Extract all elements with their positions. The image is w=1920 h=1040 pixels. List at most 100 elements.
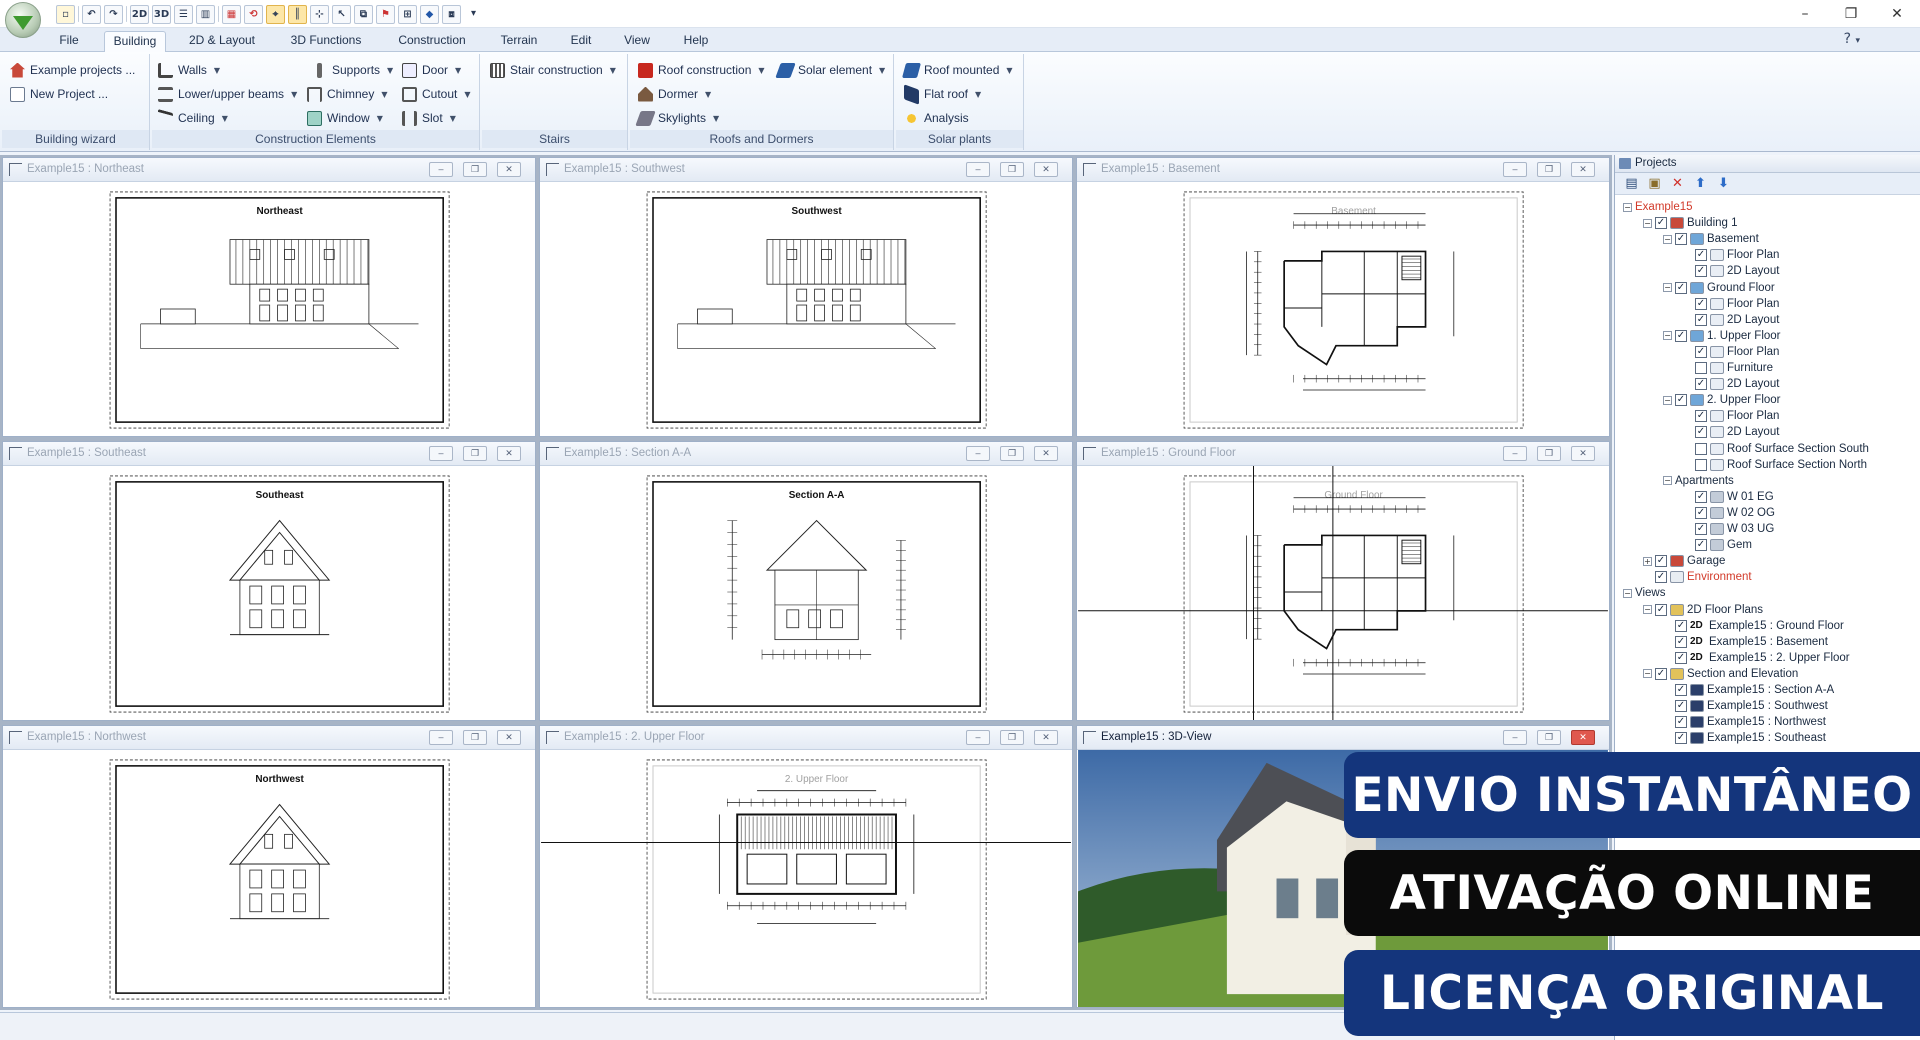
view-titlebar[interactable]: Example15 : Section A-A – ❐ ✕	[540, 442, 1072, 466]
tree-item[interactable]: Roof Surface Section North	[1683, 457, 1867, 473]
view-canvas[interactable]: Southwest	[540, 182, 1072, 436]
visibility-checkbox[interactable]: ✓	[1695, 378, 1707, 391]
snap-icon[interactable]: ⟲	[244, 4, 263, 24]
view-canvas[interactable]: Southeast	[3, 466, 535, 720]
view-minimize-button[interactable]: –	[429, 730, 453, 745]
collapse-toggle-icon[interactable]: −	[1663, 283, 1672, 292]
view-maximize-button[interactable]: ❐	[1537, 730, 1561, 745]
app-menu-button[interactable]	[5, 2, 41, 38]
new-file-icon[interactable]: ▫	[56, 4, 75, 24]
visibility-checkbox[interactable]: ✓	[1675, 281, 1687, 294]
tree-item[interactable]: − ✓ Building 1	[1643, 215, 1738, 231]
beams-button[interactable]: Lower/upper beams ▼	[158, 84, 297, 104]
view-minimize-button[interactable]: –	[1503, 162, 1527, 177]
tree-item[interactable]: ✓ 2D Example15 : Ground Floor	[1663, 618, 1844, 634]
tree-item[interactable]: − Views	[1623, 585, 1665, 601]
collapse-toggle-icon[interactable]: −	[1663, 331, 1672, 341]
tree-item[interactable]: ✓ Example15 : Section A-A	[1663, 682, 1834, 698]
tree-item[interactable]: ✓ Gem	[1683, 537, 1752, 553]
tree-item[interactable]: ✓ W 02 OG	[1683, 505, 1775, 521]
view-titlebar[interactable]: Example15 : 3D-View – ❐ ✕	[1077, 726, 1609, 750]
view-close-button[interactable]: ✕	[1034, 446, 1058, 461]
tree-item[interactable]: ✓ Environment	[1643, 569, 1752, 585]
visibility-checkbox[interactable]: ✓	[1695, 297, 1707, 310]
tab-building[interactable]: Building	[104, 31, 166, 52]
visibility-checkbox[interactable]: ✓	[1695, 249, 1707, 262]
tree-item[interactable]: + ✓ Garage	[1643, 553, 1725, 569]
view-titlebar[interactable]: Example15 : Northeast – ❐ ✕	[3, 158, 535, 182]
view-window-section-a-a[interactable]: Example15 : Section A-A – ❐ ✕ Section A-…	[539, 441, 1073, 721]
view-titlebar[interactable]: Example15 : Southeast – ❐ ✕	[3, 442, 535, 466]
tree-item[interactable]: − ✓ 2. Upper Floor	[1663, 392, 1781, 408]
view-3d-button[interactable]: 3D	[152, 4, 171, 24]
cutout-button[interactable]: Cutout ▼	[402, 84, 471, 104]
view-2d-button[interactable]: 2D	[130, 4, 149, 24]
select-cursor-icon[interactable]: ⌖	[266, 4, 285, 24]
view-titlebar[interactable]: Example15 : 2. Upper Floor – ❐ ✕	[540, 726, 1072, 750]
collapse-toggle-icon[interactable]: −	[1643, 669, 1652, 679]
grid-icon[interactable]: ▦	[222, 4, 241, 24]
visibility-checkbox[interactable]: ✓	[1695, 506, 1707, 519]
visibility-checkbox[interactable]: ✓	[1695, 523, 1707, 535]
tree-item[interactable]: − ✓ Ground Floor	[1663, 280, 1775, 296]
tree-item[interactable]: ✓ 2D Layout	[1683, 376, 1779, 392]
tree-item[interactable]: Furniture	[1683, 360, 1773, 376]
visibility-checkbox[interactable]: ✓	[1695, 426, 1707, 439]
tree-item[interactable]: − Example15	[1623, 199, 1693, 215]
view-window-southeast[interactable]: Example15 : Southeast – ❐ ✕ Southeast	[2, 441, 536, 721]
view-close-button[interactable]: ✕	[1571, 162, 1595, 177]
view-minimize-button[interactable]: –	[429, 162, 453, 177]
visibility-checkbox[interactable]: ✓	[1655, 667, 1667, 680]
visibility-checkbox[interactable]: ✓	[1655, 217, 1667, 230]
tab-view[interactable]: View	[622, 31, 652, 52]
help-icon[interactable]: ? ▾	[1844, 31, 1860, 47]
undo-icon[interactable]: ↶	[82, 4, 101, 24]
analysis-button[interactable]: Analysis	[904, 108, 969, 128]
tree-item[interactable]: ✓ Floor Plan	[1683, 408, 1779, 424]
roof-mounted-button[interactable]: Roof mounted ▼	[901, 60, 1013, 80]
delete-icon[interactable]: ✕	[1669, 176, 1686, 191]
view-canvas[interactable]: Northeast	[3, 182, 535, 436]
slot-button[interactable]: Slot ▼	[402, 108, 456, 128]
visibility-checkbox[interactable]: ✓	[1675, 684, 1687, 696]
view-minimize-button[interactable]: –	[966, 730, 990, 745]
view-maximize-button[interactable]: ❐	[1537, 446, 1561, 461]
view-canvas[interactable]: Ground Floor	[1077, 466, 1609, 720]
pointer-icon[interactable]: ↖	[332, 4, 351, 24]
skylights-button[interactable]: Skylights ▼	[635, 108, 719, 128]
solar-element-button[interactable]: Solar element ▼	[775, 60, 885, 80]
visibility-checkbox[interactable]: ✓	[1675, 700, 1687, 713]
tab-construction[interactable]: Construction	[394, 31, 470, 52]
tree-item[interactable]: ✓ 2D Layout	[1683, 263, 1779, 279]
visibility-checkbox[interactable]: ✓	[1675, 394, 1687, 407]
view-maximize-button[interactable]: ❐	[463, 162, 487, 177]
view-window-northeast[interactable]: Example15 : Northeast – ❐ ✕ Northeast	[2, 157, 536, 437]
tree-item[interactable]: ✓ 2D Layout	[1683, 312, 1779, 328]
tree-item[interactable]: ✓ Floor Plan	[1683, 247, 1779, 263]
tree-item[interactable]: − Apartments	[1663, 473, 1734, 489]
visibility-checkbox[interactable]: ✓	[1695, 490, 1707, 503]
tab-2d-layout[interactable]: 2D & Layout	[186, 31, 258, 52]
view-canvas[interactable]: Section A-A	[540, 466, 1072, 720]
view-minimize-button[interactable]: –	[1503, 730, 1527, 745]
view-titlebar[interactable]: Example15 : Ground Floor – ❐ ✕	[1077, 442, 1609, 466]
tree-item[interactable]: ✓ 2D Example15 : Basement	[1663, 634, 1828, 650]
visibility-checkbox[interactable]: ✓	[1655, 555, 1667, 568]
tab-3d-functions[interactable]: 3D Functions	[288, 31, 364, 52]
view-close-button[interactable]: ✕	[497, 730, 521, 745]
view-canvas[interactable]: Basement	[1077, 182, 1609, 436]
tree-item[interactable]: ✓ W 01 EG	[1683, 489, 1774, 505]
collapse-toggle-icon[interactable]: −	[1623, 588, 1632, 598]
supports-button[interactable]: Supports ▼	[312, 60, 393, 80]
visibility-checkbox[interactable]	[1695, 458, 1707, 471]
layers-icon[interactable]: ⊞	[398, 4, 417, 24]
collapse-toggle-icon[interactable]: −	[1643, 605, 1652, 614]
split-vertical-icon[interactable]: ▥	[196, 4, 215, 24]
visibility-checkbox[interactable]	[1695, 442, 1707, 455]
collapse-toggle-icon[interactable]: −	[1663, 395, 1672, 405]
view-close-button[interactable]: ✕	[497, 446, 521, 461]
view-close-button[interactable]: ✕	[1034, 162, 1058, 177]
view-maximize-button[interactable]: ❐	[1000, 446, 1024, 461]
new-project-button[interactable]: New Project ...	[10, 84, 108, 104]
visibility-checkbox[interactable]: ✓	[1695, 265, 1707, 278]
